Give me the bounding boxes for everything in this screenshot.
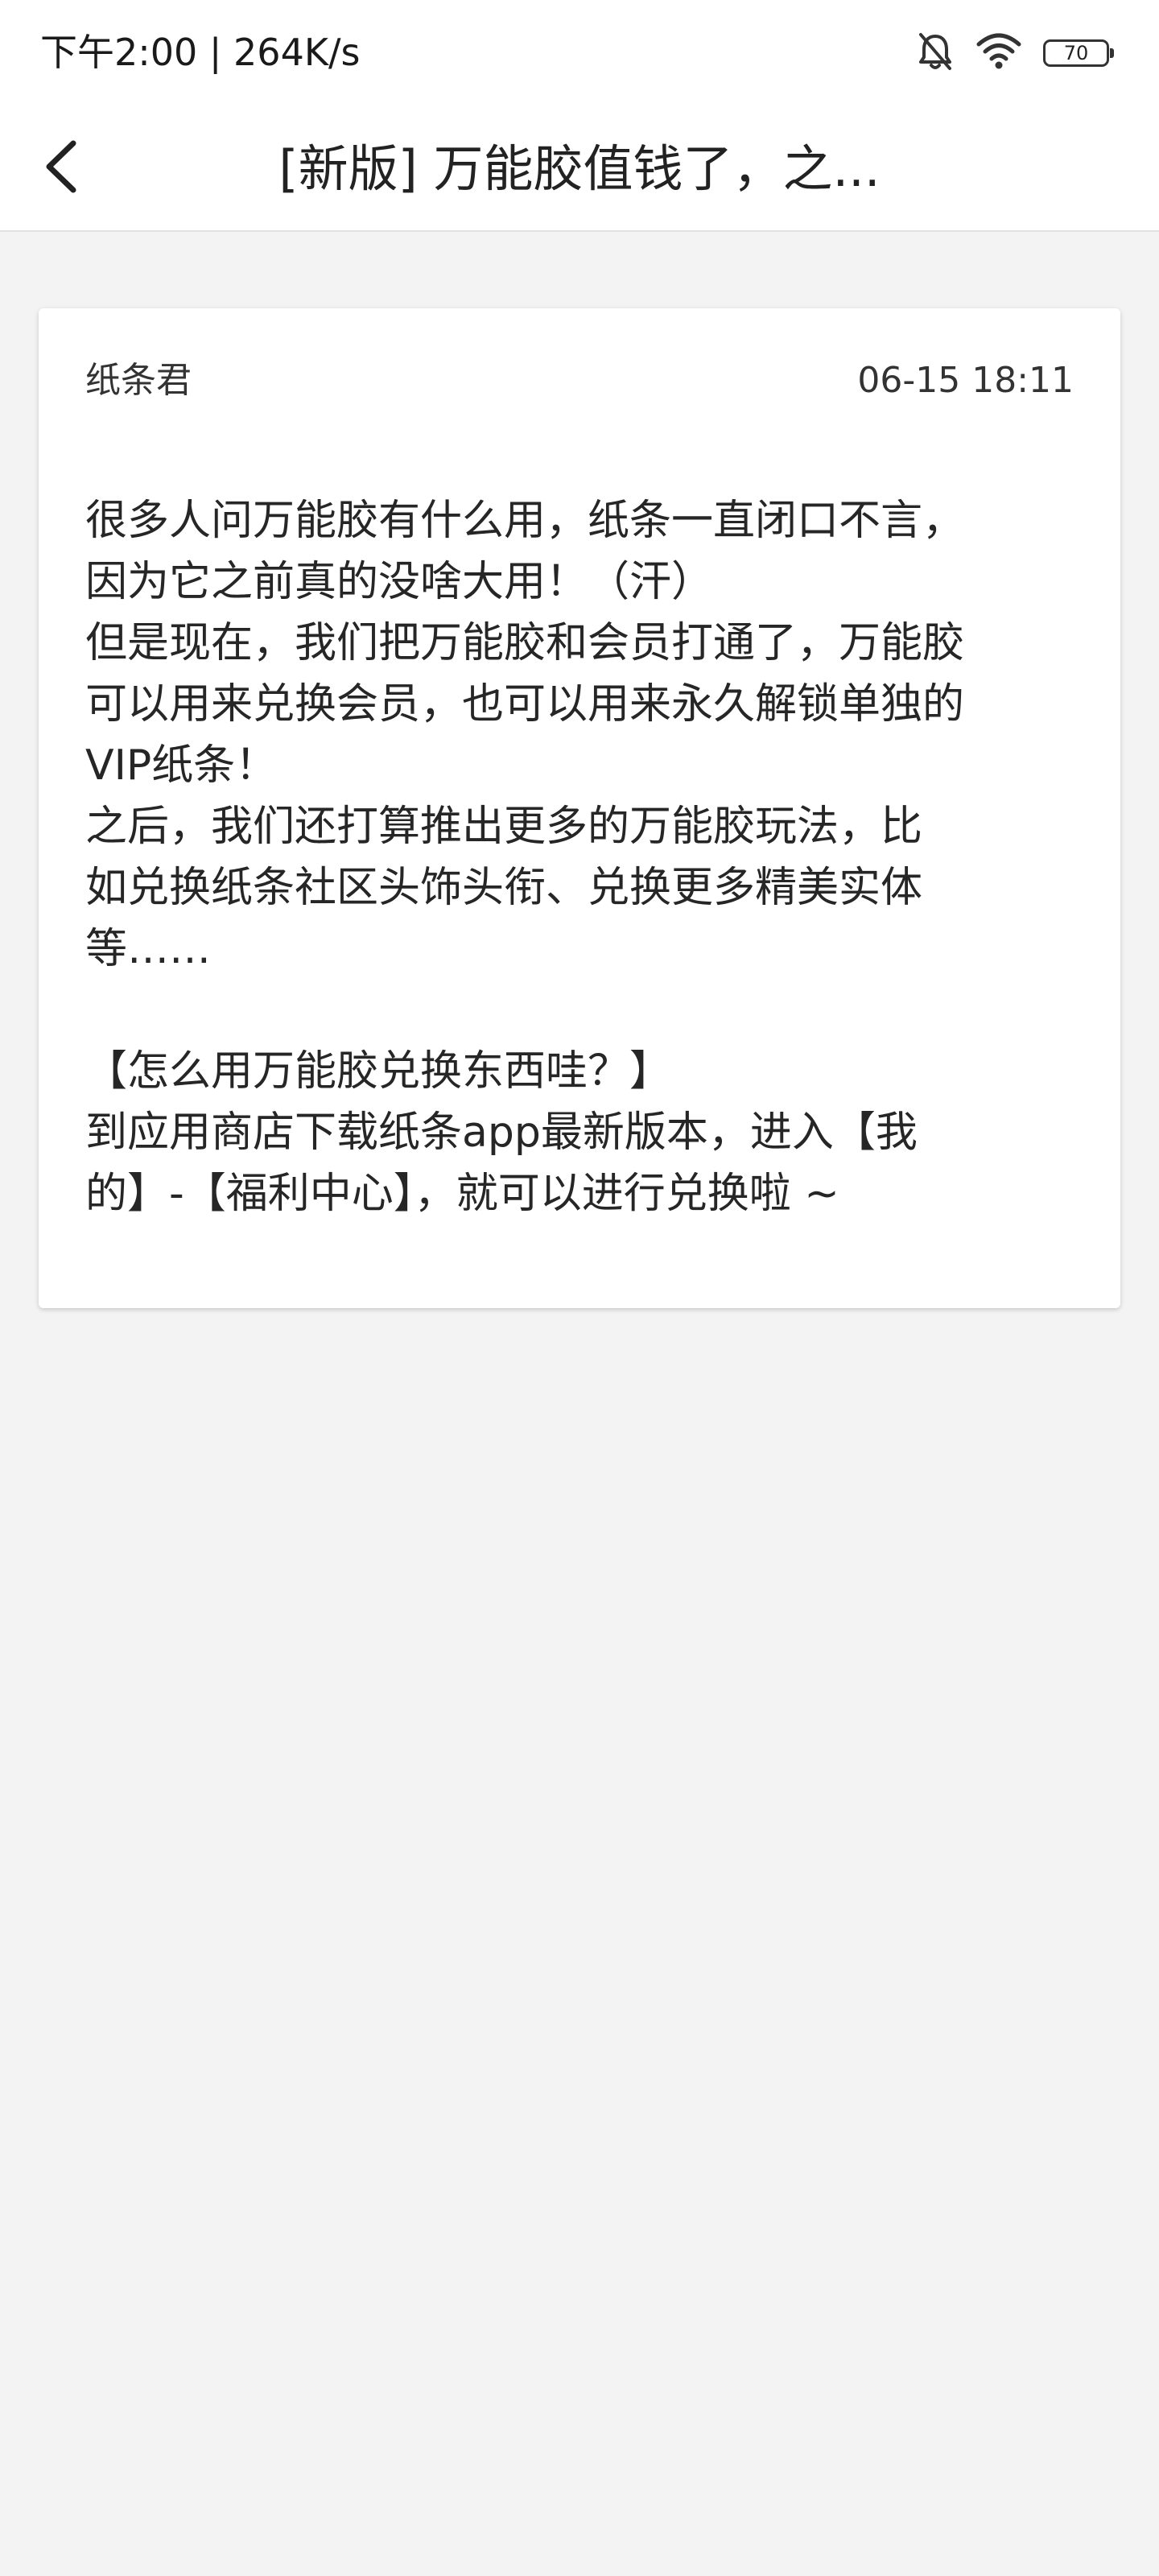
post-content-line: 很多人问万能胶有什么用，纸条一直闭口不言，	[85, 497, 965, 545]
post-content-line: 但是现在，我们把万能胶和会员打通了，万能胶	[85, 619, 965, 667]
post-content-line: 的】-【福利中心】，就可以进行兑换啦 ~	[85, 1170, 839, 1218]
post-content-line: 之后，我们还打算推出更多的万能胶玩法，比	[85, 803, 923, 851]
wifi-icon	[975, 33, 1022, 73]
page-title: [新版] 万能胶值钱了，之...	[278, 139, 881, 198]
battery-icon: 70	[1043, 39, 1114, 67]
post-content-line: 【怎么用万能胶兑换东西哇？】	[85, 1047, 672, 1096]
notice-card: 纸条君 06-15 18:11 很多人问万能胶有什么用，纸条一直闭口不言， 因为它…	[39, 308, 1120, 1308]
post-content-line: 如兑换纸条社区头饰头衔、兑换更多精美实体	[85, 864, 923, 912]
status-icons: 70	[916, 31, 1114, 75]
post-content-line: 可以用来兑换会员，也可以用来永久解锁单独的	[85, 680, 965, 729]
post-content-line: 等……	[85, 925, 212, 973]
post-content-line	[85, 980, 1091, 1041]
status-bar: 下午2:00 | 264K/s 70	[0, 0, 1159, 105]
nav-bar: [新版] 万能胶值钱了，之...	[0, 105, 1159, 232]
post-content-line: VIP纸条！	[85, 741, 278, 790]
bell-off-icon	[916, 31, 955, 75]
chevron-left-icon	[43, 138, 78, 198]
battery-level: 70	[1063, 42, 1089, 64]
status-time-speed: 下午2:00 | 264K/s	[40, 31, 361, 74]
post-author: 纸条君	[85, 360, 192, 401]
post-content-line: 因为它之前真的没啥大用！（汗）	[85, 558, 714, 606]
post-timestamp: 06-15 18:11	[857, 360, 1074, 401]
post-content: 很多人问万能胶有什么用，纸条一直闭口不言， 因为它之前真的没啥大用！（汗） 但是现在…	[85, 490, 1091, 1224]
back-button[interactable]	[24, 132, 97, 204]
post-content-line: 到应用商店下载纸条app最新版本，进入【我	[85, 1108, 918, 1157]
